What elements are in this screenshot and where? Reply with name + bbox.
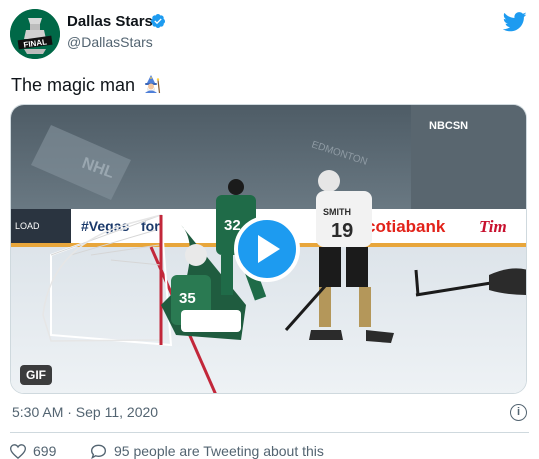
like-button[interactable]: 699: [10, 443, 56, 459]
play-button[interactable]: [234, 216, 300, 282]
jersey-name: SMITH: [323, 207, 351, 217]
stanley-cup-final-logo: FINAL: [10, 9, 60, 59]
svg-text:LOAD: LOAD: [15, 221, 40, 231]
broadcaster-logo: NBCSN: [429, 120, 468, 132]
conversation-link[interactable]: 95 people are Tweeting about this: [90, 443, 324, 459]
heart-icon: [10, 443, 26, 459]
jersey-number-19: 19: [331, 220, 353, 242]
verified-badge-icon: [151, 14, 166, 28]
play-icon: [258, 235, 280, 263]
tweet-text-body: The magic man: [11, 75, 136, 95]
divider: [10, 432, 529, 433]
board-ad-scotiabank: cotiabank: [366, 217, 446, 236]
tweet-timestamp[interactable]: 5:30 AM · Sep 11, 2020: [12, 404, 158, 420]
jersey-number-35: 35: [179, 290, 196, 307]
gif-badge: GIF: [20, 365, 52, 385]
avatar[interactable]: FINAL: [10, 9, 60, 59]
gif-media[interactable]: NHL EDMONTON LOAD #Vegas for cotiabank T…: [10, 104, 527, 394]
speech-bubble-icon: [90, 444, 107, 459]
conversation-text: 95 people are Tweeting about this: [114, 443, 324, 459]
author-name[interactable]: Dallas Stars: [67, 13, 153, 30]
wizard-emoji-icon: [145, 75, 161, 94]
board-ad-tim: Tim: [479, 217, 507, 236]
likes-count: 699: [33, 443, 57, 459]
twitter-bird-icon[interactable]: [503, 12, 527, 32]
tweet-text: The magic man: [11, 74, 162, 96]
info-icon[interactable]: i: [510, 404, 527, 421]
author-handle[interactable]: @DallasStars: [67, 34, 153, 50]
